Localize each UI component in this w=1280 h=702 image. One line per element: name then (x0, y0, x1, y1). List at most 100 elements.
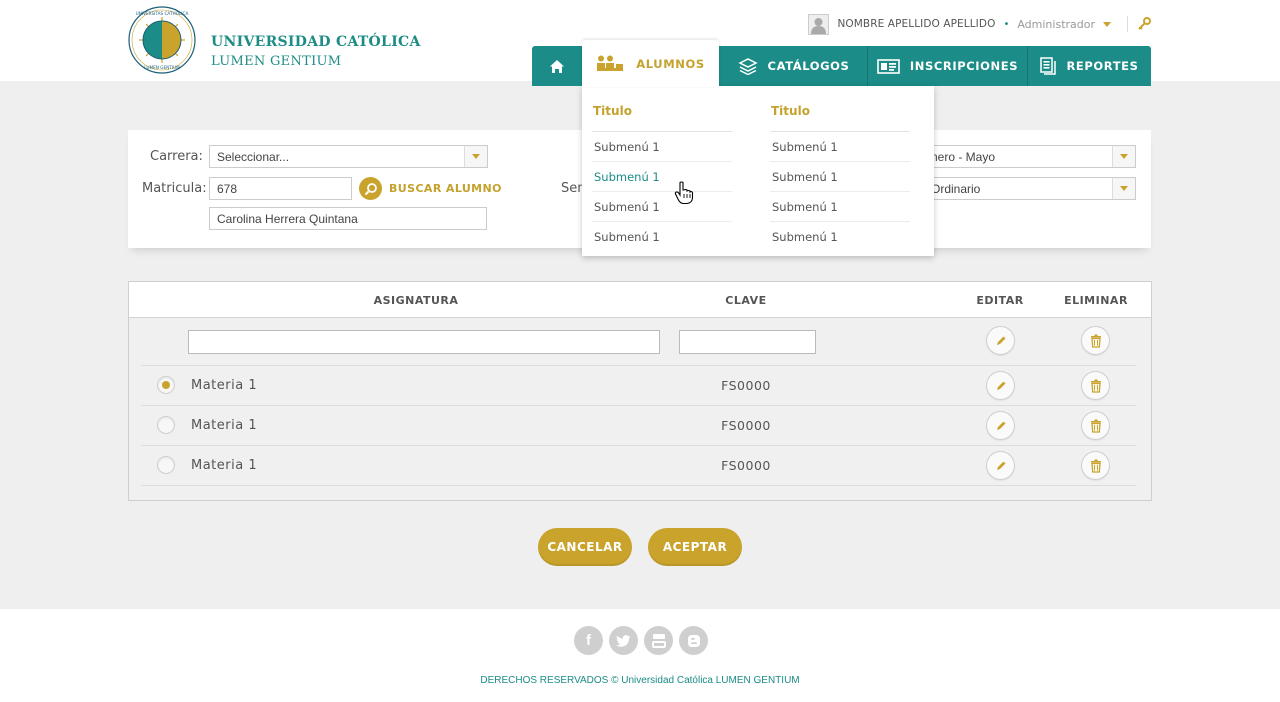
key-icon[interactable] (1137, 17, 1151, 31)
row-divider (141, 365, 1136, 366)
column-header-clave: CLAVE (725, 294, 767, 307)
chevron-down-icon[interactable] (1103, 21, 1111, 27)
footer: f DERECHOS RESERVADOS © Universidad Cató… (0, 609, 1280, 702)
delete-button[interactable] (1081, 411, 1110, 440)
row-radio[interactable] (157, 456, 175, 474)
nav-catalogos[interactable]: CATÁLOGOS (720, 46, 867, 86)
user-bar: NOMBRE APELLIDO APELLIDO • Administrador (808, 13, 1151, 35)
row-asignatura: Materia 1 (191, 418, 258, 433)
matricula-input[interactable]: 678 (209, 177, 352, 200)
twitter-icon[interactable] (609, 626, 638, 655)
chevron-down-icon (1112, 178, 1135, 199)
accept-button[interactable]: ACEPTAR (648, 528, 742, 566)
clave-filter-input[interactable] (679, 330, 816, 354)
edit-button[interactable] (986, 326, 1015, 355)
carrera-select[interactable]: Seleccionar... (209, 145, 488, 168)
students-icon (597, 55, 624, 71)
delete-button[interactable] (1081, 371, 1110, 400)
row-radio[interactable] (157, 376, 175, 394)
column-header-editar: EDITAR (976, 294, 1024, 307)
blogger-glyph (687, 634, 700, 647)
separator-dot: • (1003, 18, 1010, 30)
pencil-icon (996, 381, 1005, 390)
edit-button[interactable] (986, 411, 1015, 440)
books-icon (737, 57, 758, 75)
facebook-icon[interactable]: f (574, 626, 603, 655)
row-radio[interactable] (157, 416, 175, 434)
row-asignatura: Materia 1 (191, 378, 258, 393)
divider (1127, 16, 1128, 32)
edit-button[interactable] (986, 371, 1015, 400)
dropdown-menu-item[interactable]: Submenú 1 (592, 132, 732, 162)
delete-button[interactable] (1081, 326, 1110, 355)
dropdown-menu-item[interactable]: Submenú 1 (770, 132, 910, 162)
cancel-button[interactable]: CANCELAR (538, 528, 632, 566)
column-header-eliminar: ELIMINAR (1064, 294, 1128, 307)
nav-reportes[interactable]: REPORTES (1028, 46, 1151, 86)
svg-text:UNIVERSITAS CATHOLICA: UNIVERSITAS CATHOLICA (136, 11, 189, 16)
youtube-glyph (651, 633, 666, 648)
row-divider (141, 445, 1136, 446)
user-icon (811, 17, 827, 34)
subjects-table: ASIGNATURA CLAVE EDITAR ELIMINAR Materia… (128, 281, 1152, 501)
pencil-icon (996, 336, 1005, 345)
dropdown-column: Titulo Submenú 1 Submenú 1 Submenú 1 Sub… (592, 104, 732, 252)
nav-inscripciones-label: INSCRIPCIONES (909, 59, 1019, 73)
trash-icon (1090, 419, 1101, 433)
youtube-icon[interactable] (644, 626, 673, 655)
carrera-select-value: Seleccionar... (217, 150, 290, 164)
dropdown-column-title: Titulo (770, 104, 910, 132)
nav-inscripciones[interactable]: INSCRIPCIONES (868, 46, 1027, 86)
nav-alumnos[interactable]: ALUMNOS (582, 40, 719, 87)
delete-button[interactable] (1081, 451, 1110, 480)
university-name-line1: UNIVERSIDAD CATÓLICA (211, 34, 421, 50)
dropdown-menu-item[interactable]: Submenú 1 (592, 222, 732, 252)
dropdown-column-title: Titulo (592, 104, 732, 132)
nav-alumnos-label: ALUMNOS (636, 56, 705, 71)
dropdown-menu-item[interactable]: Submenú 1 (592, 162, 732, 192)
blogger-icon[interactable] (679, 626, 708, 655)
avatar[interactable] (808, 13, 830, 35)
tipo-select-value: Ordinario (931, 182, 981, 196)
search-icon (364, 182, 377, 195)
dropdown-menu-item[interactable]: Submenú 1 (770, 162, 910, 192)
id-card-icon (877, 58, 900, 74)
search-student-link[interactable]: BUSCAR ALUMNO (389, 182, 502, 195)
row-clave: FS0000 (721, 378, 771, 393)
edit-button[interactable] (986, 451, 1015, 480)
dropdown-menu-item[interactable]: Submenú 1 (592, 192, 732, 222)
trash-icon (1090, 459, 1101, 473)
trash-icon (1090, 334, 1101, 348)
nav-home[interactable] (532, 46, 582, 86)
nav-catalogos-label: CATÁLOGOS (767, 59, 850, 73)
dropdown-column: Titulo Submenú 1 Submenú 1 Submenú 1 Sub… (770, 104, 910, 252)
dropdown-menu-item[interactable]: Submenú 1 (770, 192, 910, 222)
row-clave: FS0000 (721, 418, 771, 433)
row-clave: FS0000 (721, 458, 771, 473)
row-divider (141, 405, 1136, 406)
report-icon (1040, 57, 1057, 75)
carrera-label: Carrera: (150, 149, 203, 164)
asignatura-filter-input[interactable] (188, 330, 660, 354)
tipo-select[interactable]: Ordinario (922, 177, 1136, 200)
svg-text:LUMEN GENTIUM: LUMEN GENTIUM (144, 65, 180, 70)
pencil-icon (996, 421, 1005, 430)
user-role-dropdown[interactable]: Administrador (1017, 18, 1095, 31)
row-divider (141, 485, 1136, 486)
matricula-value: 678 (217, 182, 238, 196)
search-student-button[interactable] (359, 177, 382, 200)
university-name-line2: LUMEN GENTIUM (211, 54, 342, 69)
row-asignatura: Materia 1 (191, 458, 258, 473)
user-name: NOMBRE APELLIDO APELLIDO (837, 18, 996, 30)
periodo-select[interactable]: nero - Mayo (922, 145, 1136, 168)
chevron-down-icon (464, 146, 487, 167)
periodo-select-value: nero - Mayo (931, 150, 996, 164)
university-seal-logo[interactable]: UNIVERSITAS CATHOLICA LUMEN GENTIUM (128, 6, 196, 74)
hand-cursor-icon (674, 181, 694, 205)
student-name-field: Carolina Herrera Quintana (209, 207, 487, 230)
university-name[interactable]: UNIVERSIDAD CATÓLICA LUMEN GENTIUM (211, 33, 421, 71)
dropdown-menu-item[interactable]: Submenú 1 (770, 222, 910, 252)
chevron-down-icon (1112, 146, 1135, 167)
copyright-text: DERECHOS RESERVADOS © Universidad Católi… (480, 675, 800, 686)
home-icon (550, 59, 564, 73)
